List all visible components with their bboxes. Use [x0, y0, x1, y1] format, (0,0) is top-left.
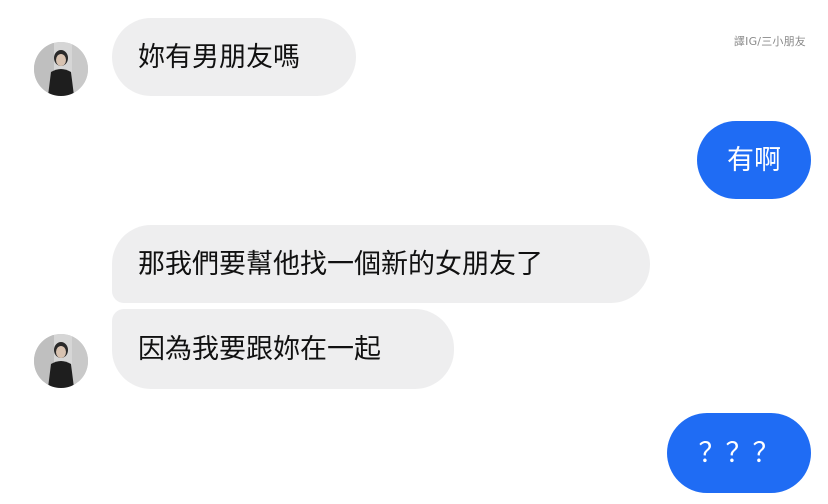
- sender-avatar[interactable]: [34, 334, 88, 388]
- message-bubble-incoming[interactable]: 妳有男朋友嗎: [112, 18, 356, 96]
- sender-avatar[interactable]: [34, 42, 88, 96]
- profile-photo-icon: [34, 42, 88, 96]
- watermark-credit: 譯IG/三小朋友: [733, 35, 806, 48]
- profile-photo-icon: [34, 334, 88, 388]
- message-text: 有啊: [727, 144, 781, 176]
- message-bubble-outgoing[interactable]: 有啊: [697, 121, 811, 199]
- message-bubble-outgoing[interactable]: ？？？: [667, 413, 811, 493]
- message-text: 因為我要跟妳在一起: [138, 333, 381, 365]
- message-text: 妳有男朋友嗎: [138, 41, 300, 73]
- message-text: ？？？: [698, 437, 780, 469]
- message-bubble-incoming[interactable]: 那我們要幫他找一個新的女朋友了: [112, 225, 650, 303]
- message-bubble-incoming[interactable]: 因為我要跟妳在一起: [112, 309, 454, 389]
- message-text: 那我們要幫他找一個新的女朋友了: [138, 248, 543, 280]
